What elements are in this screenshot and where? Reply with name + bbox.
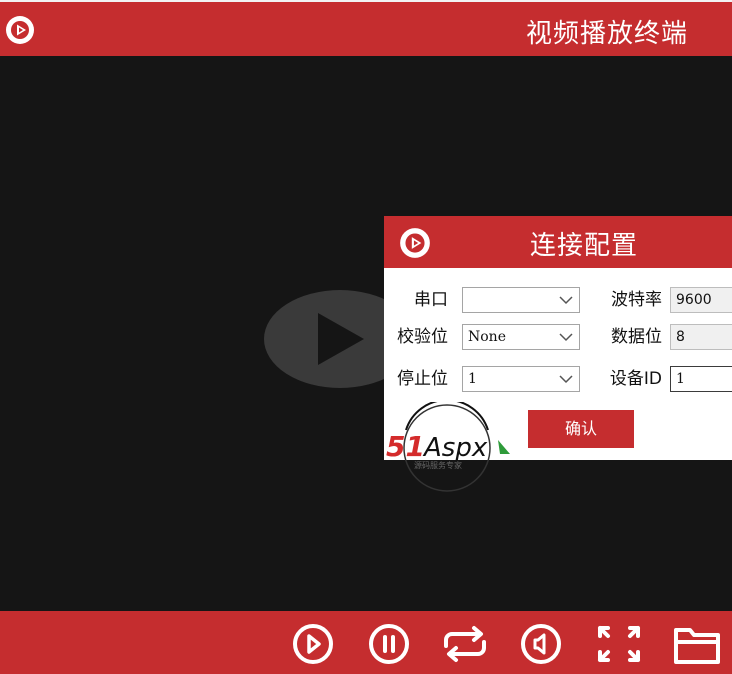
play-circle-icon xyxy=(293,624,333,664)
stop-bits-value: 1 xyxy=(468,371,477,387)
svg-text:源码服务专家: 源码服务专家 xyxy=(414,460,462,470)
watermark-logo: 51 Aspx 源码服务专家 xyxy=(386,402,510,492)
dialog-title: 连接配置 xyxy=(530,231,639,261)
app-logo-icon xyxy=(400,228,430,258)
folder-icon xyxy=(674,628,720,664)
confirm-button[interactable]: 确认 xyxy=(528,410,634,448)
chevron-down-icon xyxy=(559,375,573,384)
pause-button[interactable] xyxy=(364,622,414,666)
loop-button[interactable] xyxy=(440,622,490,666)
svg-text:51: 51 xyxy=(386,430,425,463)
serial-port-select[interactable] xyxy=(462,287,580,313)
volume-button[interactable] xyxy=(516,622,566,666)
volume-icon xyxy=(521,624,561,664)
fullscreen-icon xyxy=(598,626,640,662)
stop-bits-select[interactable]: 1 xyxy=(462,366,580,392)
repeat-icon xyxy=(444,626,486,662)
data-bits-field[interactable]: 8 xyxy=(670,324,732,350)
parity-value: None xyxy=(468,329,506,345)
dialog-header: 连接配置 xyxy=(384,216,732,268)
parity-select[interactable]: None xyxy=(462,324,580,350)
baud-rate-label: 波特率 xyxy=(611,290,662,310)
serial-port-label: 串口 xyxy=(414,290,448,310)
control-bar xyxy=(0,611,732,674)
stop-bits-label: 停止位 xyxy=(397,369,448,389)
device-id-field[interactable]: 1 xyxy=(670,366,732,392)
play-button[interactable] xyxy=(288,622,338,666)
parity-label: 校验位 xyxy=(397,327,448,347)
chevron-down-icon xyxy=(559,333,573,342)
open-file-button[interactable] xyxy=(672,622,722,666)
fullscreen-button[interactable] xyxy=(594,622,644,666)
app-logo-icon xyxy=(6,16,34,44)
pause-circle-icon xyxy=(369,624,409,664)
title-bar: 视频播放终端 xyxy=(0,0,732,56)
data-bits-label: 数据位 xyxy=(611,327,662,347)
device-id-label: 设备ID xyxy=(609,369,662,389)
svg-text:Aspx: Aspx xyxy=(422,433,488,463)
baud-rate-field[interactable]: 9600 xyxy=(670,287,732,313)
chevron-down-icon xyxy=(559,296,573,305)
app-title: 视频播放终端 xyxy=(525,19,688,49)
